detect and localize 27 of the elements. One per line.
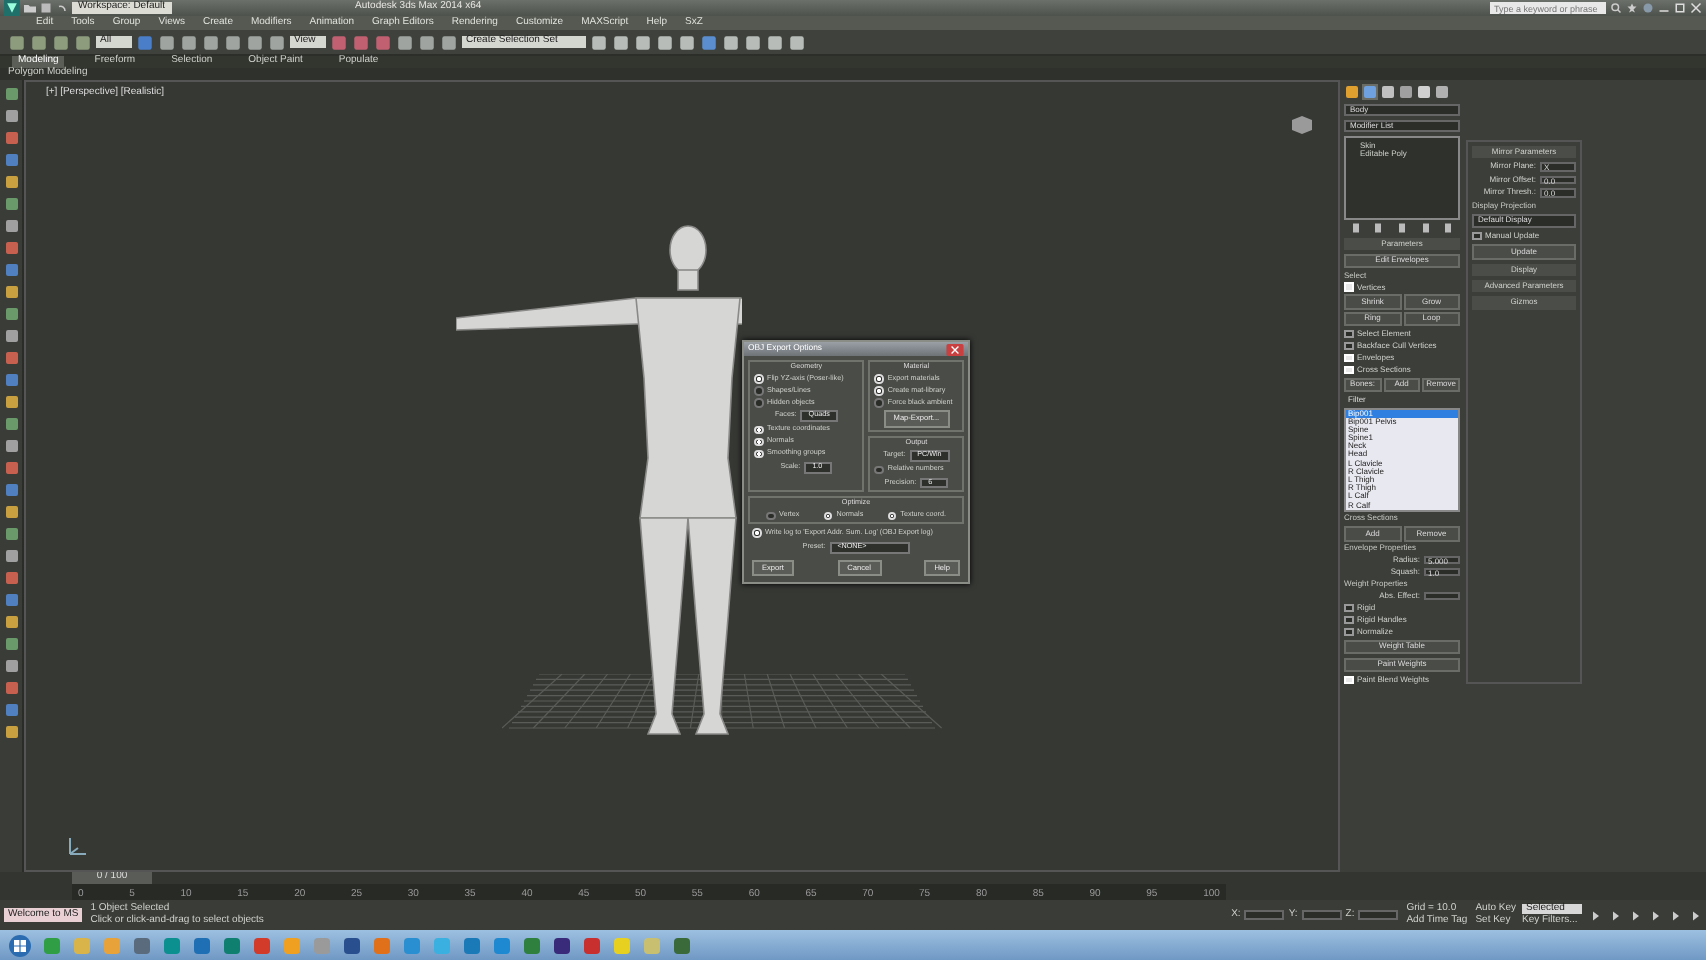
coordinate-field[interactable] (1244, 910, 1285, 920)
checkbox[interactable] (1344, 329, 1353, 339)
close-icon[interactable] (1690, 2, 1702, 14)
viewcube-icon[interactable] (1290, 114, 1314, 134)
radio-button[interactable] (766, 511, 776, 521)
checkbox[interactable] (874, 398, 884, 408)
coordinate-field[interactable] (1358, 910, 1399, 920)
checkbox[interactable] (754, 386, 763, 396)
checkbox[interactable] (1344, 603, 1353, 613)
coordinate-field[interactable] (1301, 910, 1342, 920)
checkbox[interactable] (1344, 627, 1353, 637)
abs-effect-field[interactable] (1424, 591, 1460, 601)
close-icon[interactable] (946, 343, 964, 355)
checkbox[interactable] (1344, 615, 1353, 625)
checkbox[interactable] (1344, 341, 1353, 351)
search-icon[interactable] (1610, 2, 1622, 14)
checkbox[interactable] (1472, 231, 1481, 241)
viewport[interactable] (24, 80, 1340, 872)
start-button-icon[interactable] (8, 933, 32, 957)
save-icon[interactable] (40, 2, 52, 14)
app-logo-icon[interactable] (4, 0, 20, 16)
star-icon[interactable] (1626, 2, 1638, 14)
undo-icon[interactable] (56, 2, 68, 14)
checkbox[interactable] (874, 465, 884, 475)
checkbox[interactable] (754, 398, 763, 408)
axis-tripod-icon (66, 834, 90, 858)
maximize-icon[interactable] (1674, 2, 1686, 14)
